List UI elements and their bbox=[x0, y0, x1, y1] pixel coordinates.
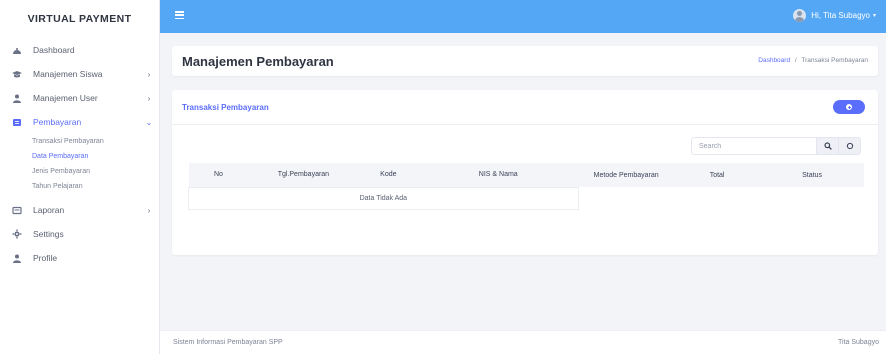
gear-icon bbox=[12, 229, 22, 239]
users-icon bbox=[12, 93, 22, 103]
search-input[interactable] bbox=[691, 137, 817, 155]
sidebar-subitem-transaksi-pembayaran[interactable]: Transaksi Pembayaran bbox=[32, 134, 159, 149]
wallet-icon bbox=[12, 117, 22, 127]
sidebar-subitem-tahun-pelajaran[interactable]: Tahun Pelajaran bbox=[32, 179, 159, 194]
search-group bbox=[691, 137, 861, 155]
transactions-table: No Tgl.Pembayaran Kode NIS & Nama Metode… bbox=[188, 163, 864, 210]
sidebar-item-manajemen-siswa[interactable]: Manajemen Siswa › bbox=[0, 62, 159, 86]
card-title: Transaksi Pembayaran bbox=[182, 103, 269, 112]
breadcrumb-separator: / bbox=[794, 57, 797, 64]
page-title: Manajemen Pembayaran bbox=[182, 54, 334, 69]
table-empty-row: Data Tidak Ada bbox=[188, 186, 865, 210]
sidebar: VIRTUAL PAYMENT Dashboard Manajemen Sisw… bbox=[0, 0, 160, 354]
chevron-right-icon: › bbox=[147, 205, 151, 215]
sidebar-item-settings[interactable]: Settings bbox=[0, 222, 159, 246]
table-header-row: No Tgl.Pembayaran Kode NIS & Nama Metode… bbox=[188, 163, 864, 187]
footer-app-name: Sistem Informasi Pembayaran SPP bbox=[173, 339, 283, 346]
sidebar-item-label: Settings bbox=[33, 229, 64, 239]
sidebar-item-label: Profile bbox=[33, 253, 58, 263]
search-icon bbox=[823, 142, 832, 150]
column-header-nis-nama: NIS & Nama bbox=[478, 171, 518, 179]
plus-circle-icon bbox=[846, 104, 852, 110]
sidebar-item-manajemen-user[interactable]: Manajemen User › bbox=[0, 86, 159, 110]
user-icon bbox=[12, 253, 22, 263]
add-transaction-button[interactable] bbox=[833, 100, 865, 114]
footer: Sistem Informasi Pembayaran SPP Tita Sub… bbox=[160, 330, 886, 354]
sidebar-menu: Dashboard Manajemen Siswa › Manajemen Us… bbox=[0, 38, 159, 270]
column-header-status: Status bbox=[802, 171, 822, 179]
column-header-metode-pembayaran: Metode Pembayaran bbox=[593, 171, 659, 179]
sidebar-item-label: Laporan bbox=[33, 205, 65, 215]
chevron-right-icon: › bbox=[147, 93, 151, 103]
user-greeting: Hi, Tita Subagyo bbox=[811, 11, 870, 20]
reset-button[interactable] bbox=[839, 137, 861, 155]
chevron-right-icon: › bbox=[147, 69, 151, 79]
column-header-total: Total bbox=[709, 171, 725, 179]
refresh-icon bbox=[846, 142, 853, 150]
hamburger-menu-icon[interactable] bbox=[175, 11, 184, 20]
sidebar-submenu: Transaksi Pembayaran Data Pembayaran Jen… bbox=[0, 134, 159, 194]
column-header-tgl-pembayaran: Tgl.Pembayaran bbox=[277, 171, 330, 179]
brand-title: VIRTUAL PAYMENT bbox=[27, 13, 132, 25]
breadcrumb-dashboard-link[interactable]: Dashboard bbox=[758, 57, 790, 64]
transaction-card: Transaksi Pembayaran No Tgl.Pembayaran K… bbox=[172, 90, 878, 255]
sidebar-item-label: Manajemen Siswa bbox=[33, 69, 103, 79]
page-header: Manajemen Pembayaran Dashboard / Transak… bbox=[172, 46, 878, 76]
user-menu[interactable]: Hi, Tita Subagyo ▾ bbox=[793, 9, 876, 22]
sidebar-item-label: Pembayaran bbox=[33, 117, 82, 127]
topbar: Hi, Tita Subagyo ▾ bbox=[160, 0, 886, 33]
chevron-down-icon: ⌄ bbox=[145, 117, 153, 127]
report-icon bbox=[12, 205, 22, 215]
empty-message: Data Tidak Ada bbox=[188, 186, 579, 210]
column-header-no: No bbox=[213, 171, 223, 179]
sidebar-submenu-container: Transaksi Pembayaran Data Pembayaran Jen… bbox=[0, 134, 159, 198]
footer-user-name: Tita Subagyo bbox=[838, 339, 879, 346]
breadcrumb: Dashboard / Transaksi Pembayaran bbox=[758, 57, 868, 64]
search-button[interactable] bbox=[817, 137, 839, 155]
dashboard-icon bbox=[12, 45, 22, 55]
sidebar-item-label: Dashboard bbox=[33, 45, 75, 55]
breadcrumb-current: Transaksi Pembayaran bbox=[801, 57, 868, 64]
column-header-kode: Kode bbox=[380, 171, 397, 179]
card-header: Transaksi Pembayaran bbox=[172, 90, 878, 125]
sidebar-item-label: Manajemen User bbox=[33, 93, 98, 103]
sidebar-item-profile[interactable]: Profile bbox=[0, 246, 159, 270]
graduation-cap-icon bbox=[12, 69, 22, 79]
sidebar-item-laporan[interactable]: Laporan › bbox=[0, 198, 159, 222]
sidebar-item-pembayaran[interactable]: Pembayaran ⌄ bbox=[0, 110, 159, 134]
avatar bbox=[793, 9, 807, 22]
sidebar-subitem-jenis-pembayaran[interactable]: Jenis Pembayaran bbox=[32, 164, 159, 179]
sidebar-item-dashboard[interactable]: Dashboard bbox=[0, 38, 159, 62]
caret-down-icon: ▾ bbox=[872, 13, 876, 19]
sidebar-subitem-data-pembayaran[interactable]: Data Pembayaran bbox=[32, 149, 159, 164]
